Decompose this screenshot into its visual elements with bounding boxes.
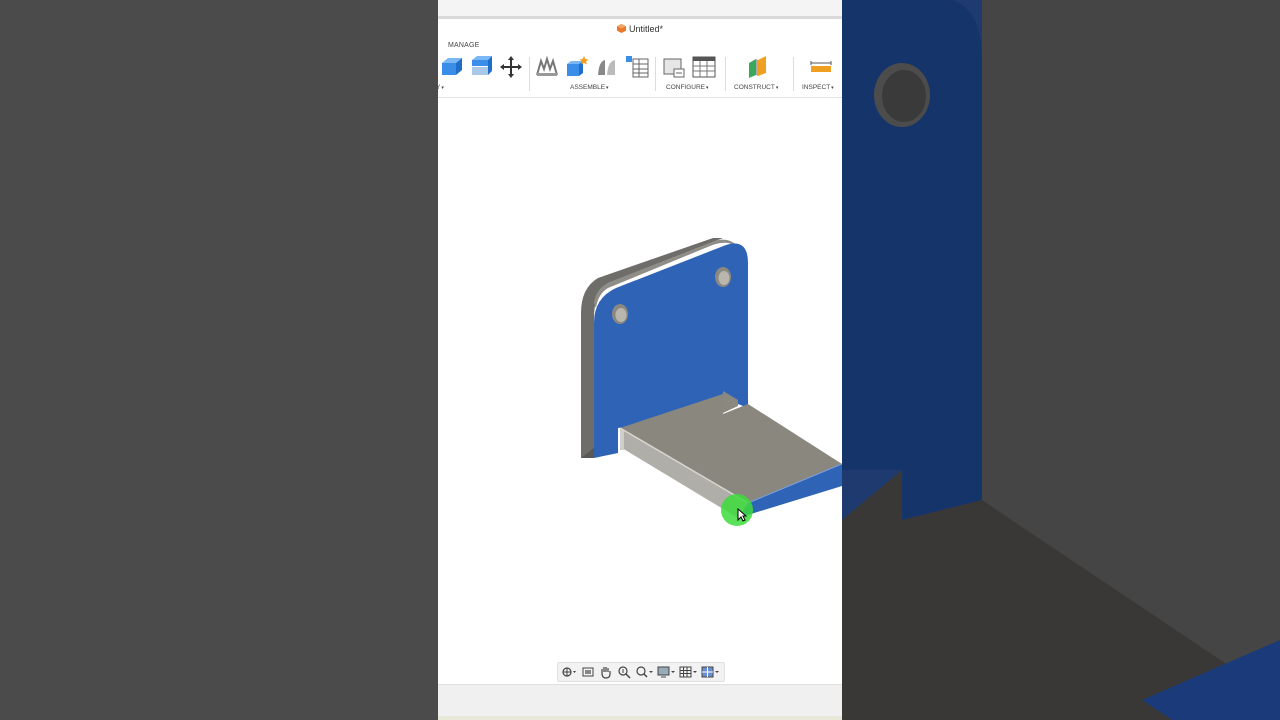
pan-hand-icon[interactable] (598, 665, 614, 679)
background-left-blur (0, 0, 438, 720)
sheet-metal-bracket-model[interactable] (438, 98, 842, 684)
bill-of-materials-icon[interactable] (625, 55, 649, 79)
motion-link-icon[interactable] (595, 55, 619, 79)
separator (793, 57, 794, 91)
bottom-timeline-bar (438, 684, 842, 720)
group-construct-label[interactable]: CONSTRUCT▾ (734, 84, 778, 91)
configuration-table-icon[interactable] (692, 55, 716, 79)
display-settings-icon[interactable] (657, 665, 677, 679)
title-bar: Untitled* (438, 19, 842, 39)
group-configure-label[interactable]: CONFIGURE▾ (666, 84, 709, 91)
document-cube-icon (616, 24, 626, 33)
separator (529, 57, 530, 91)
viewports-icon[interactable] (701, 665, 721, 679)
navigation-bar (557, 662, 725, 682)
fusion-app-window: Untitled* MANAGE Y▾ ASSEMBLE▾ CONFIGURE▾… (438, 0, 842, 720)
bottom-edge (438, 716, 842, 720)
joint-icon[interactable] (535, 55, 559, 79)
orbit-icon[interactable] (561, 665, 577, 679)
background-model-zoom (842, 0, 1280, 720)
group-modify-label[interactable]: Y▾ (438, 84, 444, 91)
offset-plane-icon[interactable] (746, 55, 770, 79)
group-inspect-label[interactable]: INSPECT▾ (802, 84, 834, 91)
separator (655, 57, 656, 91)
mouse-cursor-icon (737, 508, 747, 522)
fit-zoom-dropdown-icon[interactable] (634, 665, 654, 679)
3d-viewport[interactable] (438, 98, 842, 684)
tab-manage[interactable]: MANAGE (448, 42, 480, 49)
configure-model-icon[interactable] (662, 55, 686, 79)
background-right-blur (842, 0, 1280, 720)
measure-icon[interactable] (809, 55, 833, 79)
group-assemble-label[interactable]: ASSEMBLE▾ (570, 84, 609, 91)
document-title: Untitled* (628, 24, 664, 34)
ribbon-toolbar: MANAGE Y▾ ASSEMBLE▾ CONFIGURE▾ CONSTRUCT… (438, 39, 842, 98)
zoom-icon[interactable] (616, 665, 632, 679)
separator (725, 57, 726, 91)
press-pull-icon[interactable] (439, 55, 463, 79)
new-component-icon[interactable] (565, 55, 589, 79)
move-copy-icon[interactable] (499, 55, 523, 79)
look-at-icon[interactable] (580, 665, 596, 679)
grid-settings-icon[interactable] (679, 665, 699, 679)
top-strip (438, 0, 842, 19)
shell-icon[interactable] (469, 55, 493, 79)
